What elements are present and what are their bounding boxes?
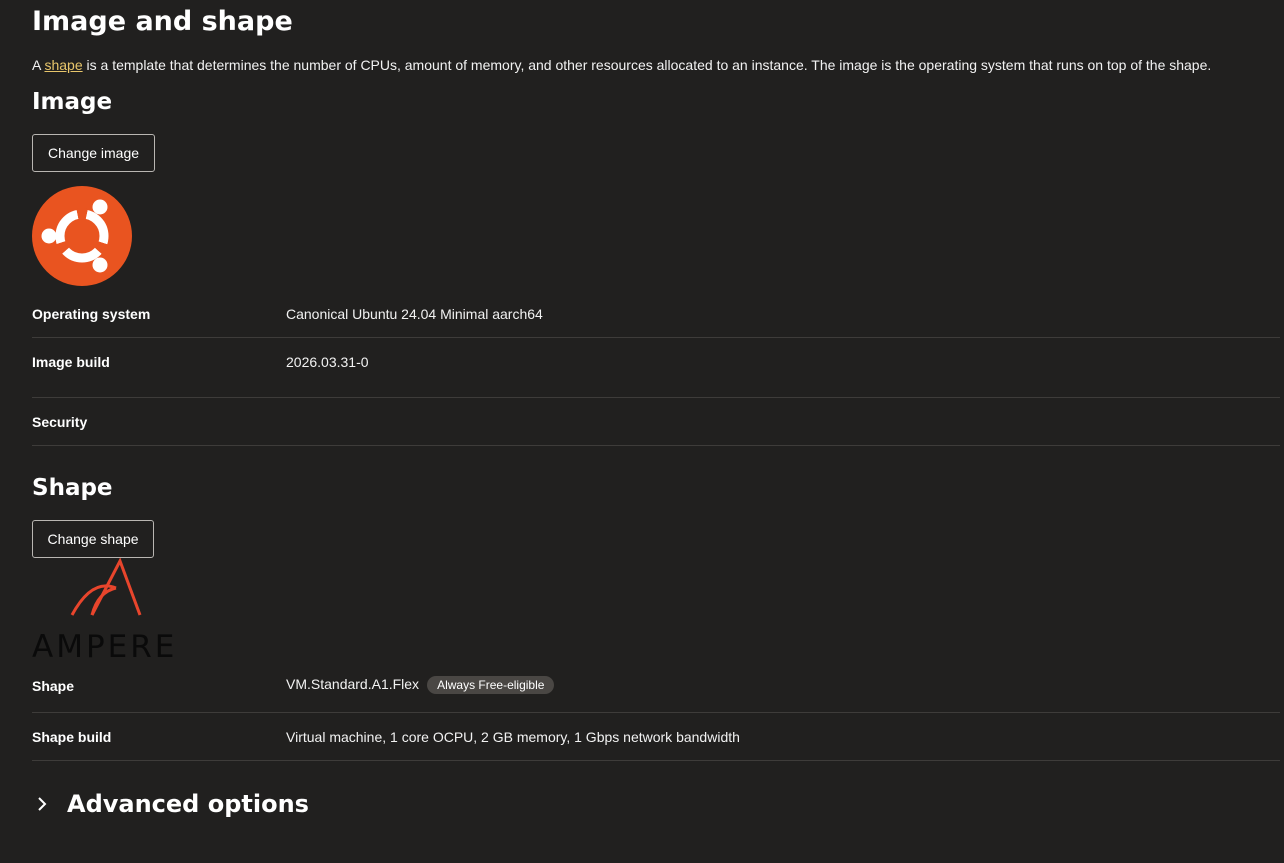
intro-suffix: is a template that determines the number… (82, 57, 1212, 73)
intro-text: A shape is a template that determines th… (32, 57, 1211, 73)
security-row: Security (32, 398, 1280, 446)
security-label: Security (32, 414, 88, 430)
page-title: Image and shape (32, 6, 293, 37)
image-and-shape-section: Image and shape A shape is a template th… (0, 0, 1284, 863)
os-value: Canonical Ubuntu 24.04 Minimal aarch64 (286, 306, 543, 322)
intro-prefix: A (32, 57, 45, 73)
change-image-button[interactable]: Change image (32, 134, 155, 172)
image-build-value: 2026.03.31-0 (286, 354, 369, 370)
image-heading: Image (32, 89, 113, 115)
shape-heading: Shape (32, 475, 113, 501)
shape-build-row: Shape build Virtual machine, 1 core OCPU… (32, 713, 1280, 761)
change-shape-button[interactable]: Change shape (32, 520, 154, 558)
ampere-logo: AMPERE (32, 558, 177, 660)
free-eligible-badge: Always Free-eligible (427, 676, 555, 695)
shape-row: Shape VM.Standard.A1.Flex Always Free-eli… (32, 660, 1280, 713)
image-build-row: Image build 2026.03.31-0 (32, 338, 1280, 398)
os-row: Operating system Canonical Ubuntu 24.04 … (32, 296, 1280, 338)
shape-link[interactable]: shape (44, 57, 82, 73)
os-label: Operating system (32, 306, 151, 322)
shape-value-wrapper: VM.Standard.A1.Flex Always Free-eligible (286, 676, 555, 695)
ubuntu-logo (32, 186, 132, 286)
shape-build-value: Virtual machine, 1 core OCPU, 2 GB memor… (286, 729, 740, 745)
advanced-options-label: Advanced options (67, 790, 309, 818)
shape-build-label: Shape build (32, 729, 112, 745)
image-build-label: Image build (32, 354, 110, 370)
shape-label: Shape (32, 678, 75, 694)
advanced-options-toggle[interactable]: Advanced options (32, 790, 309, 818)
ampere-logo-text: AMPERE (32, 629, 177, 660)
chevron-right-icon (38, 797, 47, 811)
shape-value: VM.Standard.A1.Flex (286, 676, 420, 692)
